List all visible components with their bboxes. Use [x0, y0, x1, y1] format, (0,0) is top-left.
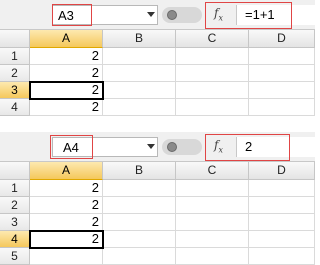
chevron-down-icon[interactable] [147, 12, 155, 17]
cell-d4[interactable] [249, 231, 315, 248]
column-header-d[interactable]: D [249, 30, 315, 48]
column-header-c[interactable]: C [176, 162, 249, 180]
cell-d3[interactable] [249, 214, 315, 231]
name-box[interactable]: A3 [52, 5, 158, 25]
column-header-a[interactable]: A [30, 30, 103, 48]
row-header[interactable]: 1 [0, 180, 30, 197]
cell-d1[interactable] [249, 180, 315, 197]
chevron-down-icon[interactable] [147, 144, 155, 149]
formula-bar: A4 fx 2 [0, 132, 315, 162]
name-box-value: A4 [63, 140, 79, 155]
cell-d2[interactable] [249, 197, 315, 214]
cell-b3[interactable] [103, 82, 176, 99]
column-header-row: A B C D [0, 30, 315, 48]
row-header[interactable]: 4 [0, 99, 30, 116]
row-header[interactable]: 3 [0, 214, 30, 231]
row-header[interactable]: 2 [0, 197, 30, 214]
cell-a1[interactable]: 2 [30, 48, 103, 65]
formula-input[interactable]: =1+1 [236, 5, 315, 25]
table-row: 1 2 [0, 180, 315, 197]
cell-b4[interactable] [103, 231, 176, 248]
cell-a5[interactable] [30, 248, 103, 265]
cell-a1[interactable]: 2 [30, 180, 103, 197]
cell-c4[interactable] [176, 99, 249, 116]
cell-c3[interactable] [176, 82, 249, 99]
table-row: 4 2 [0, 230, 315, 249]
cell-b1[interactable] [103, 48, 176, 65]
select-all-corner[interactable] [0, 162, 30, 180]
cell-d2[interactable] [249, 65, 315, 82]
table-row: 5 [0, 248, 315, 265]
column-header-a[interactable]: A [30, 162, 103, 180]
fx-icon[interactable]: fx [214, 138, 223, 154]
cell-d1[interactable] [249, 48, 315, 65]
cell-a4[interactable]: 2 [30, 99, 103, 116]
formula-bar: A3 fx =1+1 [0, 0, 315, 30]
table-row: 3 2 [0, 214, 315, 231]
formula-value: =1+1 [245, 7, 275, 22]
table-row: 4 2 [0, 99, 315, 116]
spreadsheet-panel-top: A3 fx =1+1 A B C D 1 2 2 2 3 2 4 2 [0, 0, 315, 116]
column-header-d[interactable]: D [249, 162, 315, 180]
cell-a3-active[interactable]: 2 [29, 81, 104, 100]
fx-icon[interactable]: fx [214, 6, 223, 22]
cell-c2[interactable] [176, 65, 249, 82]
row-header[interactable]: 4 [0, 231, 30, 248]
row-header[interactable]: 5 [0, 248, 30, 265]
name-box-value: A3 [58, 8, 74, 23]
cell-b3[interactable] [103, 214, 176, 231]
cell-b2[interactable] [103, 65, 176, 82]
cell-d5[interactable] [249, 248, 315, 265]
formula-input[interactable]: 2 [236, 137, 315, 157]
cell-c3[interactable] [176, 214, 249, 231]
cell-a4-active[interactable]: 2 [29, 230, 104, 249]
column-header-b[interactable]: B [103, 162, 176, 180]
row-header[interactable]: 2 [0, 65, 30, 82]
cell-d3[interactable] [249, 82, 315, 99]
row-header[interactable]: 3 [0, 82, 30, 99]
cell-b1[interactable] [103, 180, 176, 197]
select-all-corner[interactable] [0, 30, 30, 48]
cell-c4[interactable] [176, 231, 249, 248]
row-header[interactable]: 1 [0, 48, 30, 65]
table-row: 2 2 [0, 65, 315, 82]
cell-a2[interactable]: 2 [30, 197, 103, 214]
resize-grip-icon[interactable] [162, 139, 202, 155]
cell-d4[interactable] [249, 99, 315, 116]
cell-a3[interactable]: 2 [30, 214, 103, 231]
table-row: 3 2 [0, 81, 315, 100]
resize-grip-icon[interactable] [162, 7, 202, 23]
formula-value: 2 [245, 139, 253, 154]
cell-b4[interactable] [103, 99, 176, 116]
table-row: 2 2 [0, 197, 315, 214]
column-header-row: A B C D [0, 162, 315, 180]
cell-c1[interactable] [176, 180, 249, 197]
table-row: 1 2 [0, 48, 315, 65]
cell-b2[interactable] [103, 197, 176, 214]
cell-c5[interactable] [176, 248, 249, 265]
spreadsheet-panel-bottom: A4 fx 2 A B C D 1 2 2 2 3 2 4 2 5 [0, 132, 315, 265]
column-header-b[interactable]: B [103, 30, 176, 48]
cell-c1[interactable] [176, 48, 249, 65]
cell-b5[interactable] [103, 248, 176, 265]
cell-a2[interactable]: 2 [30, 65, 103, 82]
column-header-c[interactable]: C [176, 30, 249, 48]
name-box[interactable]: A4 [52, 137, 158, 157]
cell-c2[interactable] [176, 197, 249, 214]
